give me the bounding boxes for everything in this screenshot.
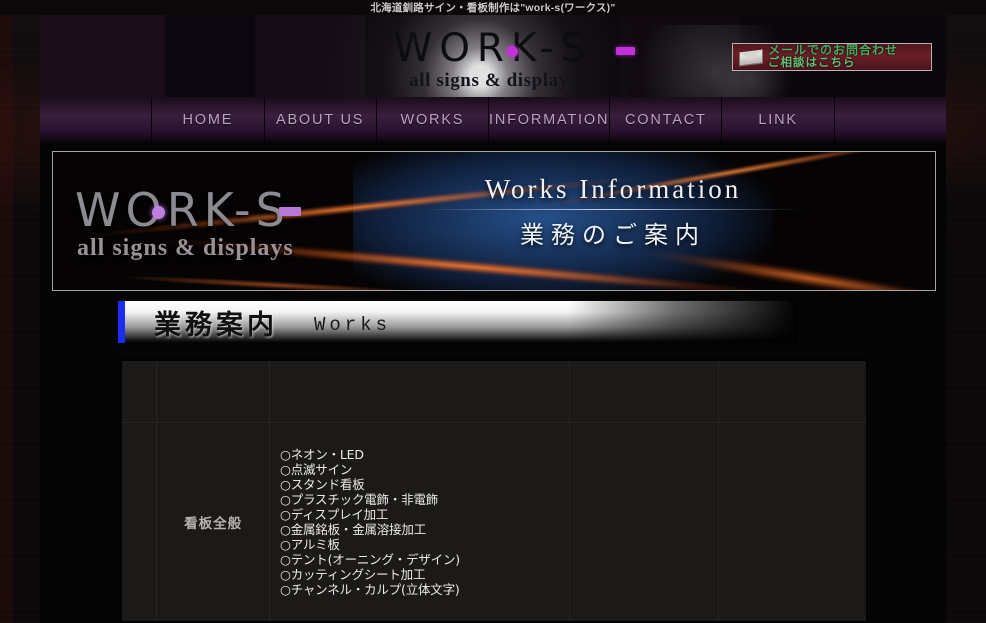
services-list: ○ネオン・LED ○点滅サイン ○スタンド看板 ○プラスチック電飾・非電飾 ○デ… (270, 439, 569, 605)
list-item: ○プラスチック電飾・非電飾 (280, 492, 569, 507)
section-title-en: Works (314, 314, 391, 336)
table-cell-empty-3 (569, 360, 718, 422)
page-title-text: 北海道釧路サイン・看板制作は"work-s(ワークス)" (370, 0, 615, 15)
hero-banner: WORK-S all signs & displays Works Inform… (52, 151, 936, 291)
banner-logo: WORK-S all signs & displays (75, 187, 294, 262)
list-item: ○カッティングシート加工 (280, 567, 569, 582)
banner-logo-wordmark: WORK-S (75, 187, 294, 233)
mail-button-text: メールでのお問合わせ ご相談はこちら (766, 44, 931, 69)
content-table-wrapper: 看板全般 ○ネオン・LED ○点滅サイン ○スタンド看板 ○プラスチック電飾・非… (40, 359, 946, 623)
logo-dash-icon (616, 47, 635, 55)
table-cell-empty-2 (269, 360, 569, 422)
table-cell-pad (121, 360, 157, 422)
banner-logo-dot-icon (152, 206, 165, 219)
list-item: ○金属銘板・金属溶接加工 (280, 522, 569, 537)
list-item: ○点滅サイン (280, 462, 569, 477)
table-row-spacer (121, 360, 867, 422)
list-item: ○ネオン・LED (280, 447, 569, 462)
table-cell-empty-4 (719, 360, 867, 422)
logo-wordmark-text: WORK-S (394, 26, 593, 71)
nav-item-home[interactable]: HOME (152, 97, 264, 143)
mail-contact-button[interactable]: メールでのお問合わせ ご相談はこちら (732, 43, 932, 71)
site-header: WORK-S all signs & displays メールでのお問合わせ ご… (40, 15, 946, 97)
section-header: 業務案内 Works (118, 301, 798, 343)
section-accent-bar (118, 301, 125, 343)
hero-banner-wrapper: WORK-S all signs & displays Works Inform… (40, 143, 946, 298)
section-header-wrapper: 業務案内 Works (40, 301, 946, 359)
table-row-label: 看板全般 (157, 422, 270, 622)
nav-item-spacer-right (835, 97, 946, 143)
site-container: WORK-S all signs & displays メールでのお問合わせ ご… (40, 15, 946, 623)
table-cell-services: ○ネオン・LED ○点滅サイン ○スタンド看板 ○プラスチック電飾・非電飾 ○デ… (269, 422, 569, 622)
logo-tagline: all signs & displays (40, 71, 946, 90)
list-item: ○ディスプレイ加工 (280, 507, 569, 522)
table-row: 看板全般 ○ネオン・LED ○点滅サイン ○スタンド看板 ○プラスチック電飾・非… (121, 422, 867, 622)
main-navigation: HOME ABOUT US WORKS INFORMATION CONTACT … (40, 97, 946, 143)
envelope-icon (736, 46, 766, 68)
table-cell-pad (121, 422, 157, 622)
nav-item-information[interactable]: INFORMATION (489, 97, 610, 143)
nav-item-works[interactable]: WORKS (377, 97, 489, 143)
nav-item-spacer-left (40, 97, 152, 143)
logo-wordmark: WORK-S (394, 29, 593, 68)
list-item: ○スタンド看板 (280, 477, 569, 492)
table-cell-extra-1 (569, 422, 718, 622)
table-cell-extra-2 (719, 422, 867, 622)
nav-item-about-us[interactable]: ABOUT US (265, 97, 377, 143)
banner-logo-tagline: all signs & displays (77, 235, 294, 262)
banner-heading-jp: 業務のご案内 (398, 215, 828, 250)
table-cell-empty-1 (157, 360, 270, 422)
banner-logo-wordmark-text: WORK-S (75, 183, 290, 237)
banner-heading-en: Works Information (398, 174, 828, 205)
list-item: ○テント(オーニング・デザイン) (280, 552, 569, 567)
banner-heading-divider (424, 209, 802, 210)
nav-item-link[interactable]: LINK (722, 97, 834, 143)
logo-dot-icon (507, 46, 518, 57)
page-title-bar: 北海道釧路サイン・看板制作は"work-s(ワークス)" (0, 0, 986, 15)
mail-button-line1: メールでのお問合わせ (768, 44, 931, 57)
nav-item-contact[interactable]: CONTACT (610, 97, 722, 143)
list-item: ○チャンネル・カルプ(立体文字) (280, 582, 569, 597)
services-table: 看板全般 ○ネオン・LED ○点滅サイン ○スタンド看板 ○プラスチック電飾・非… (120, 359, 868, 623)
list-item: ○アルミ板 (280, 537, 569, 552)
banner-heading: Works Information 業務のご案内 (398, 174, 828, 250)
banner-logo-dash-icon (279, 207, 301, 216)
mail-button-line2: ご相談はこちら (768, 57, 931, 69)
section-title-jp: 業務案内 (154, 303, 278, 342)
